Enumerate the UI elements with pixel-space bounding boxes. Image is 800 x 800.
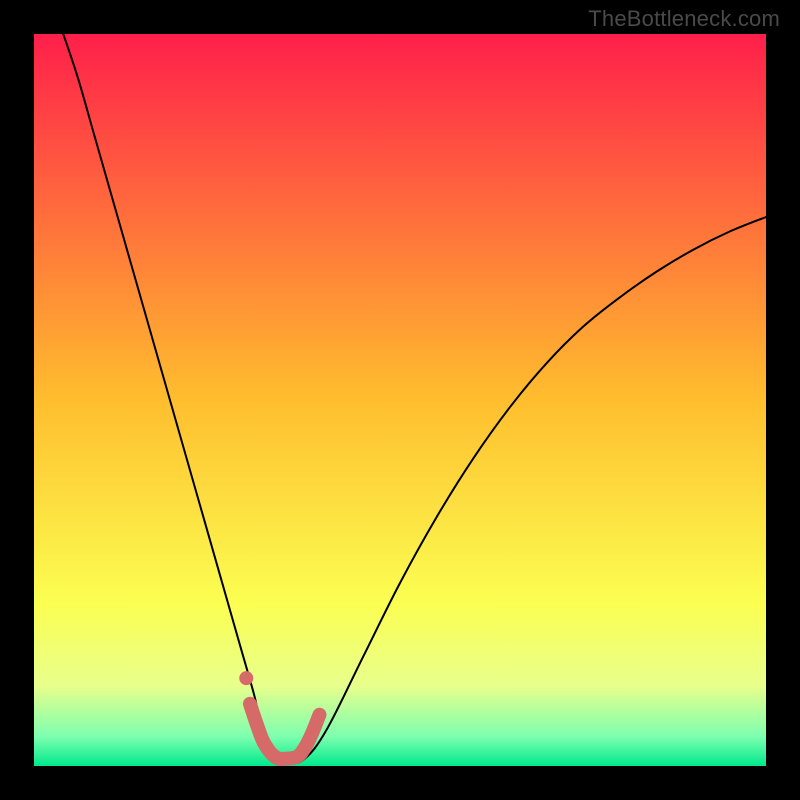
chart-svg: [34, 34, 766, 766]
frame: TheBottleneck.com: [0, 0, 800, 800]
highlight-dot: [239, 671, 253, 685]
watermark-text: TheBottleneck.com: [588, 6, 780, 32]
chart-background: [34, 34, 766, 766]
chart-plot: [34, 34, 766, 766]
